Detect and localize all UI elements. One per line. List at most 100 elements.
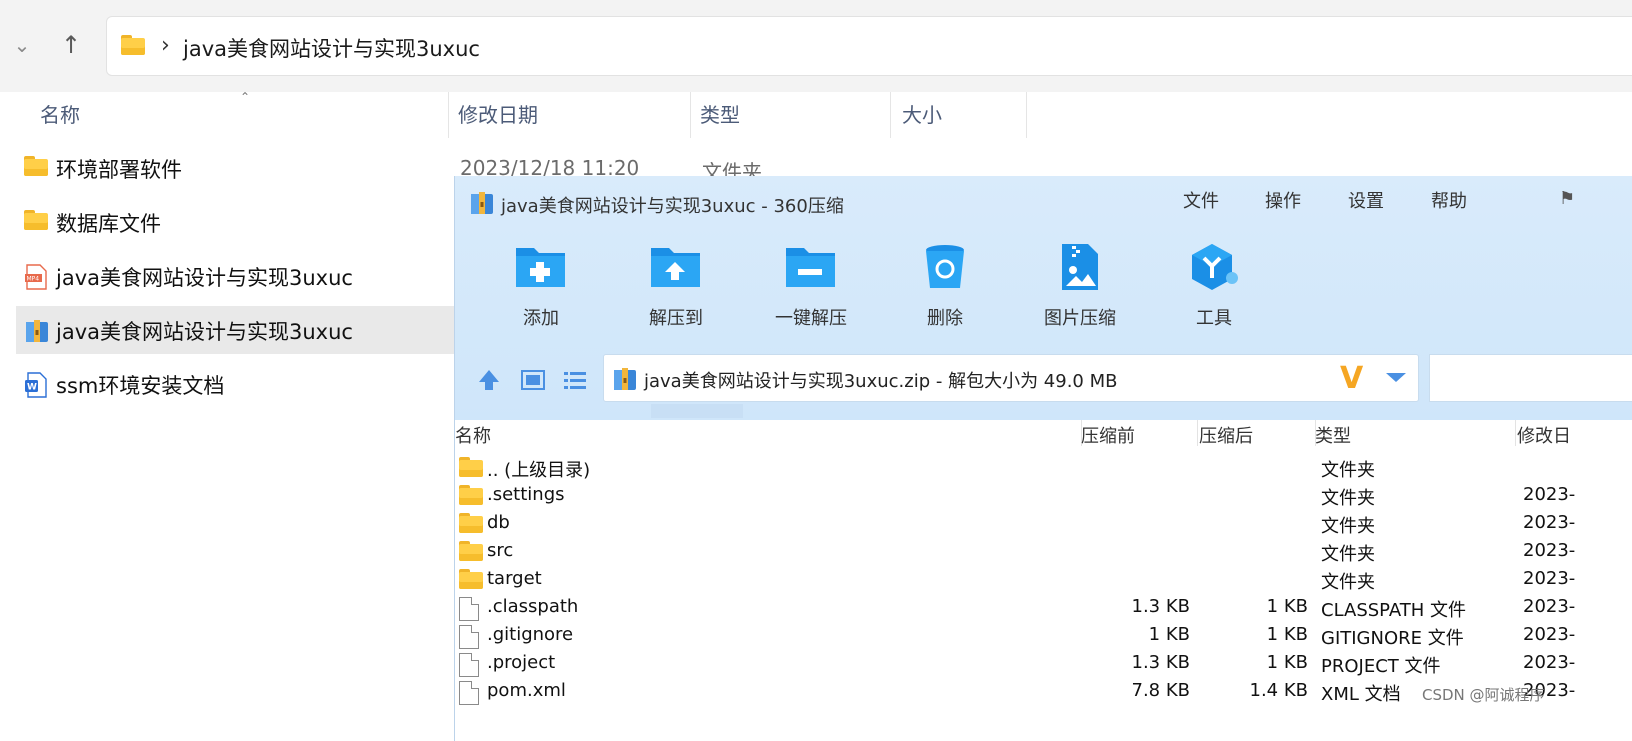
archive-row[interactable]: .project 1.3 KB 1 KB PROJECT 文件 2023- <box>455 650 1632 678</box>
extract-to-button[interactable]: 解压到 <box>621 242 731 332</box>
column-header-modified[interactable]: 修改日期 <box>458 92 538 138</box>
column-header-after[interactable]: 压缩后 <box>1199 422 1253 448</box>
zip-app-icon <box>469 190 495 220</box>
menu-help[interactable]: 帮助 <box>1431 187 1467 213</box>
toolbar-label: 工具 <box>1196 308 1232 329</box>
folder-icon <box>121 35 145 55</box>
column-divider[interactable] <box>890 92 891 138</box>
file-name: java美食网站设计与实现3uxuc <box>56 320 353 344</box>
entry-type: CLASSPATH 文件 <box>1321 600 1467 621</box>
file-row[interactable]: 环境部署软件 <box>16 144 456 192</box>
archive-row[interactable]: target 文件夹 2023- <box>455 566 1632 594</box>
file-row-selected[interactable]: java美食网站设计与实现3uxuc <box>16 306 456 354</box>
zip-archive-icon <box>612 366 638 396</box>
file-row[interactable]: 数据库文件 <box>16 198 456 246</box>
column-header-size[interactable]: 大小 <box>902 92 942 138</box>
entry-date: 2023- <box>1523 624 1576 645</box>
screen: ⌄ ↑ › java美食网站设计与实现3uxuc ⌃ 名称 修改日期 类型 大小… <box>0 0 1632 741</box>
column-header-before[interactable]: 压缩前 <box>1081 422 1135 448</box>
file-icon <box>459 625 479 649</box>
folder-icon <box>24 156 48 176</box>
search-input[interactable] <box>1429 354 1632 402</box>
column-divider[interactable] <box>690 92 691 138</box>
entry-date: 2023- <box>1523 596 1576 617</box>
archive-row[interactable]: src 文件夹 2023- <box>455 538 1632 566</box>
entry-date: 2023- <box>1523 540 1576 561</box>
entry-date: 2023- <box>1523 568 1576 589</box>
address-bar[interactable]: › java美食网站设计与实现3uxuc <box>106 16 1632 76</box>
column-divider[interactable] <box>448 92 449 138</box>
breadcrumb-chevron-icon: › <box>161 33 170 58</box>
folder-icon <box>459 457 483 477</box>
size-before: 1.3 KB <box>1131 652 1191 673</box>
view-thumbnail-button[interactable] <box>519 366 549 396</box>
archive-row[interactable]: .settings 文件夹 2023- <box>455 482 1632 510</box>
tools-button[interactable]: 工具 <box>1159 242 1269 332</box>
size-before: 7.8 KB <box>1131 680 1191 701</box>
image-compress-button[interactable]: 图片压缩 <box>1025 242 1135 332</box>
entry-name: target <box>487 568 542 589</box>
skin-icon[interactable]: ⚑ <box>1559 188 1575 209</box>
menu-settings[interactable]: 设置 <box>1348 187 1384 213</box>
entry-name: pom.xml <box>487 680 566 701</box>
mp4-file-icon: MP4 <box>24 264 48 294</box>
column-divider[interactable] <box>1197 420 1198 446</box>
delete-bin-icon <box>922 242 968 296</box>
explorer-toolbar: ⌄ ↑ › java美食网站设计与实现3uxuc <box>0 0 1632 92</box>
column-header-type[interactable]: 类型 <box>700 92 740 138</box>
v-logo-icon[interactable]: V <box>1340 361 1363 396</box>
column-divider[interactable] <box>1026 92 1027 138</box>
folder-icon <box>459 513 483 533</box>
one-click-extract-button[interactable]: 一键解压 <box>756 242 866 332</box>
menu-operate[interactable]: 操作 <box>1265 187 1301 213</box>
view-list-button[interactable] <box>561 366 591 396</box>
size-after: 1 KB <box>1266 652 1308 673</box>
entry-name: .. (上级目录) <box>487 460 591 481</box>
column-divider[interactable] <box>1515 420 1516 446</box>
toolbar-label: 一键解压 <box>775 308 847 329</box>
add-button[interactable]: 添加 <box>486 242 596 332</box>
column-header-modified[interactable]: 修改日 <box>1517 422 1571 448</box>
archive-row[interactable]: .. (上级目录) 文件夹 <box>455 454 1632 482</box>
up-arrow-button[interactable]: ↑ <box>56 30 86 60</box>
delete-button[interactable]: 删除 <box>890 242 1000 332</box>
entry-name: db <box>487 512 510 533</box>
archive-row[interactable]: .classpath 1.3 KB 1 KB CLASSPATH 文件 2023… <box>455 594 1632 622</box>
archive-row[interactable]: .gitignore 1 KB 1 KB GITIGNORE 文件 2023- <box>455 622 1632 650</box>
dropdown-arrow-icon[interactable] <box>1386 373 1406 382</box>
archive-path-box[interactable]: java美食网站设计与实现3uxuc.zip - 解包大小为 49.0 MB V <box>603 354 1419 402</box>
entry-type: 文件夹 <box>1321 488 1375 509</box>
up-level-button[interactable] <box>475 366 505 396</box>
chevron-down-icon[interactable]: ⌄ <box>10 30 34 60</box>
folder-icon <box>24 210 48 230</box>
entry-name: .classpath <box>487 596 579 617</box>
entry-type: 文件夹 <box>1321 516 1375 537</box>
csdn-watermark: CSDN @阿诚程序 <box>1422 686 1545 704</box>
entry-name: .project <box>487 652 556 673</box>
list-header <box>455 420 1632 450</box>
archive-path-text: java美食网站设计与实现3uxuc.zip - 解包大小为 49.0 MB <box>644 371 1118 392</box>
column-header-name[interactable]: 名称 <box>40 92 80 138</box>
zip-archive-icon <box>24 318 50 348</box>
one-click-extract-icon <box>784 242 838 294</box>
file-icon <box>459 681 479 705</box>
entry-type: XML 文档 <box>1321 684 1401 705</box>
archive-row[interactable]: db 文件夹 2023- <box>455 510 1632 538</box>
size-after: 1 KB <box>1266 596 1308 617</box>
entry-date: 2023- <box>1523 652 1576 673</box>
entry-name: src <box>487 540 514 561</box>
menu-file[interactable]: 文件 <box>1183 187 1219 213</box>
entry-date: 2023- <box>1523 512 1576 533</box>
address-path: java美食网站设计与实现3uxuc <box>183 37 480 61</box>
column-header-type[interactable]: 类型 <box>1315 422 1351 448</box>
toolbar-label: 图片压缩 <box>1044 308 1116 329</box>
tab-indicator <box>651 404 743 418</box>
file-row[interactable]: MP4 java美食网站设计与实现3uxuc <box>16 252 456 300</box>
file-row[interactable]: W ssm环境安装文档 <box>16 360 456 408</box>
entry-date: 2023- <box>1523 484 1576 505</box>
image-compress-icon <box>1058 242 1102 296</box>
entry-name: .gitignore <box>487 624 574 645</box>
column-header-name[interactable]: 名称 <box>455 422 491 448</box>
folder-icon <box>459 485 483 505</box>
word-doc-icon: W <box>24 372 48 402</box>
